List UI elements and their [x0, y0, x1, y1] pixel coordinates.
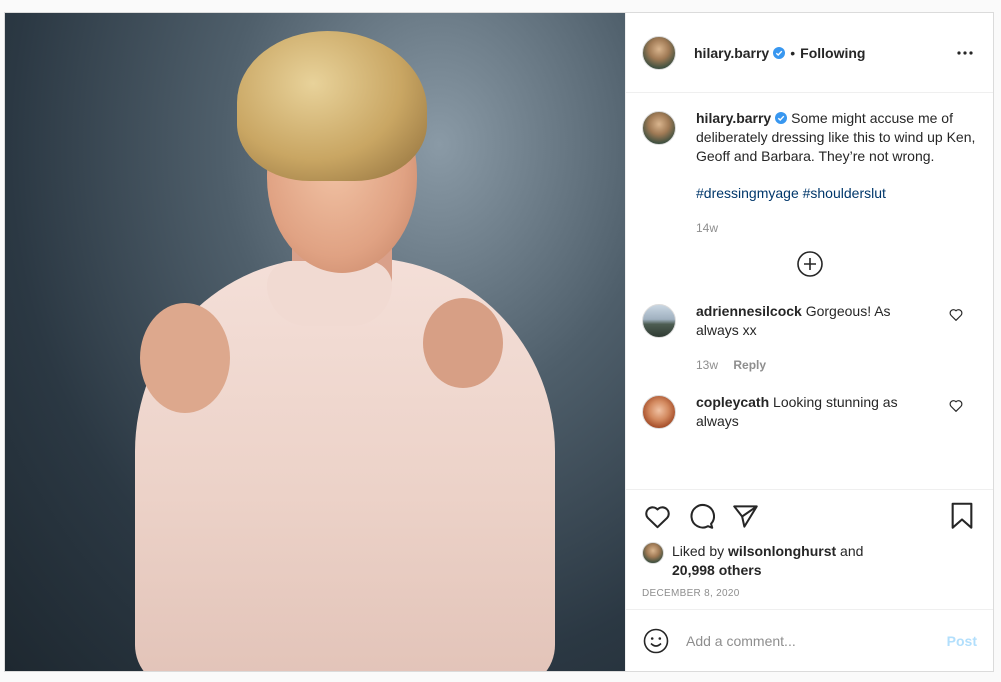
caption-avatar[interactable]: [642, 111, 676, 145]
likes-conjunction: and: [840, 543, 864, 559]
comment-username[interactable]: copleycath: [696, 394, 769, 410]
caption-hashtags[interactable]: #dressingmyage #shoulderslut: [696, 184, 977, 203]
author-username[interactable]: hilary.barry: [694, 45, 769, 61]
add-comment-bar: Post: [626, 609, 993, 671]
comment-username[interactable]: adriennesilcock: [696, 303, 802, 319]
photo-shoulder-left: [140, 303, 230, 413]
comment-like-heart-icon[interactable]: [949, 399, 963, 412]
comments-scroll-area[interactable]: hilary.barry Some might accuse me of del…: [626, 93, 993, 489]
comment-bubble-icon[interactable]: [686, 501, 716, 531]
post-header: hilary.barry • Following: [626, 13, 993, 93]
reply-button[interactable]: Reply: [733, 358, 766, 372]
following-button[interactable]: Following: [800, 45, 865, 61]
share-paper-plane-icon[interactable]: [730, 501, 760, 531]
more-options-icon[interactable]: [953, 41, 977, 65]
likes-others-count[interactable]: 20,998 others: [672, 562, 762, 578]
post-container: hilary.barry • Following hilary.barry So…: [4, 12, 994, 672]
caption-username[interactable]: hilary.barry: [696, 110, 771, 126]
comment-like-heart-icon[interactable]: [949, 308, 963, 321]
likes-summary: Liked by wilsonlonghurst and 20,998 othe…: [642, 542, 977, 580]
save-bookmark-icon[interactable]: [947, 501, 977, 531]
verified-badge-icon: [773, 46, 786, 59]
post-side-panel: hilary.barry • Following hilary.barry So…: [625, 13, 993, 671]
caption: hilary.barry Some might accuse me of del…: [642, 109, 977, 238]
post-date[interactable]: DECEMBER 8, 2020: [642, 588, 977, 599]
liker-avatar[interactable]: [642, 542, 664, 564]
liker-username[interactable]: wilsonlonghurst: [728, 543, 836, 559]
liked-by-label: Liked by: [672, 543, 725, 559]
comment-item: adriennesilcock Gorgeous! As always xx 1…: [642, 302, 977, 375]
comment-avatar[interactable]: [642, 304, 676, 338]
post-comment-button[interactable]: Post: [947, 633, 977, 649]
verified-badge-icon: [775, 112, 788, 124]
comment-avatar[interactable]: [642, 395, 676, 429]
caption-age[interactable]: 14w: [696, 219, 977, 238]
load-more-comments-icon[interactable]: [642, 250, 977, 278]
like-heart-icon[interactable]: [642, 501, 672, 531]
header-separator: •: [790, 44, 796, 61]
comment-age[interactable]: 13w: [696, 358, 718, 372]
add-comment-input[interactable]: [686, 632, 947, 649]
post-photo[interactable]: [5, 13, 625, 671]
photo-shoulder-right: [423, 298, 503, 388]
photo-hair: [237, 31, 427, 181]
author-avatar[interactable]: [642, 35, 676, 70]
post-actions: Liked by wilsonlonghurst and 20,998 othe…: [626, 489, 993, 609]
comment-item: copleycath Looking stunning as always: [642, 393, 977, 431]
emoji-icon[interactable]: [642, 627, 670, 655]
